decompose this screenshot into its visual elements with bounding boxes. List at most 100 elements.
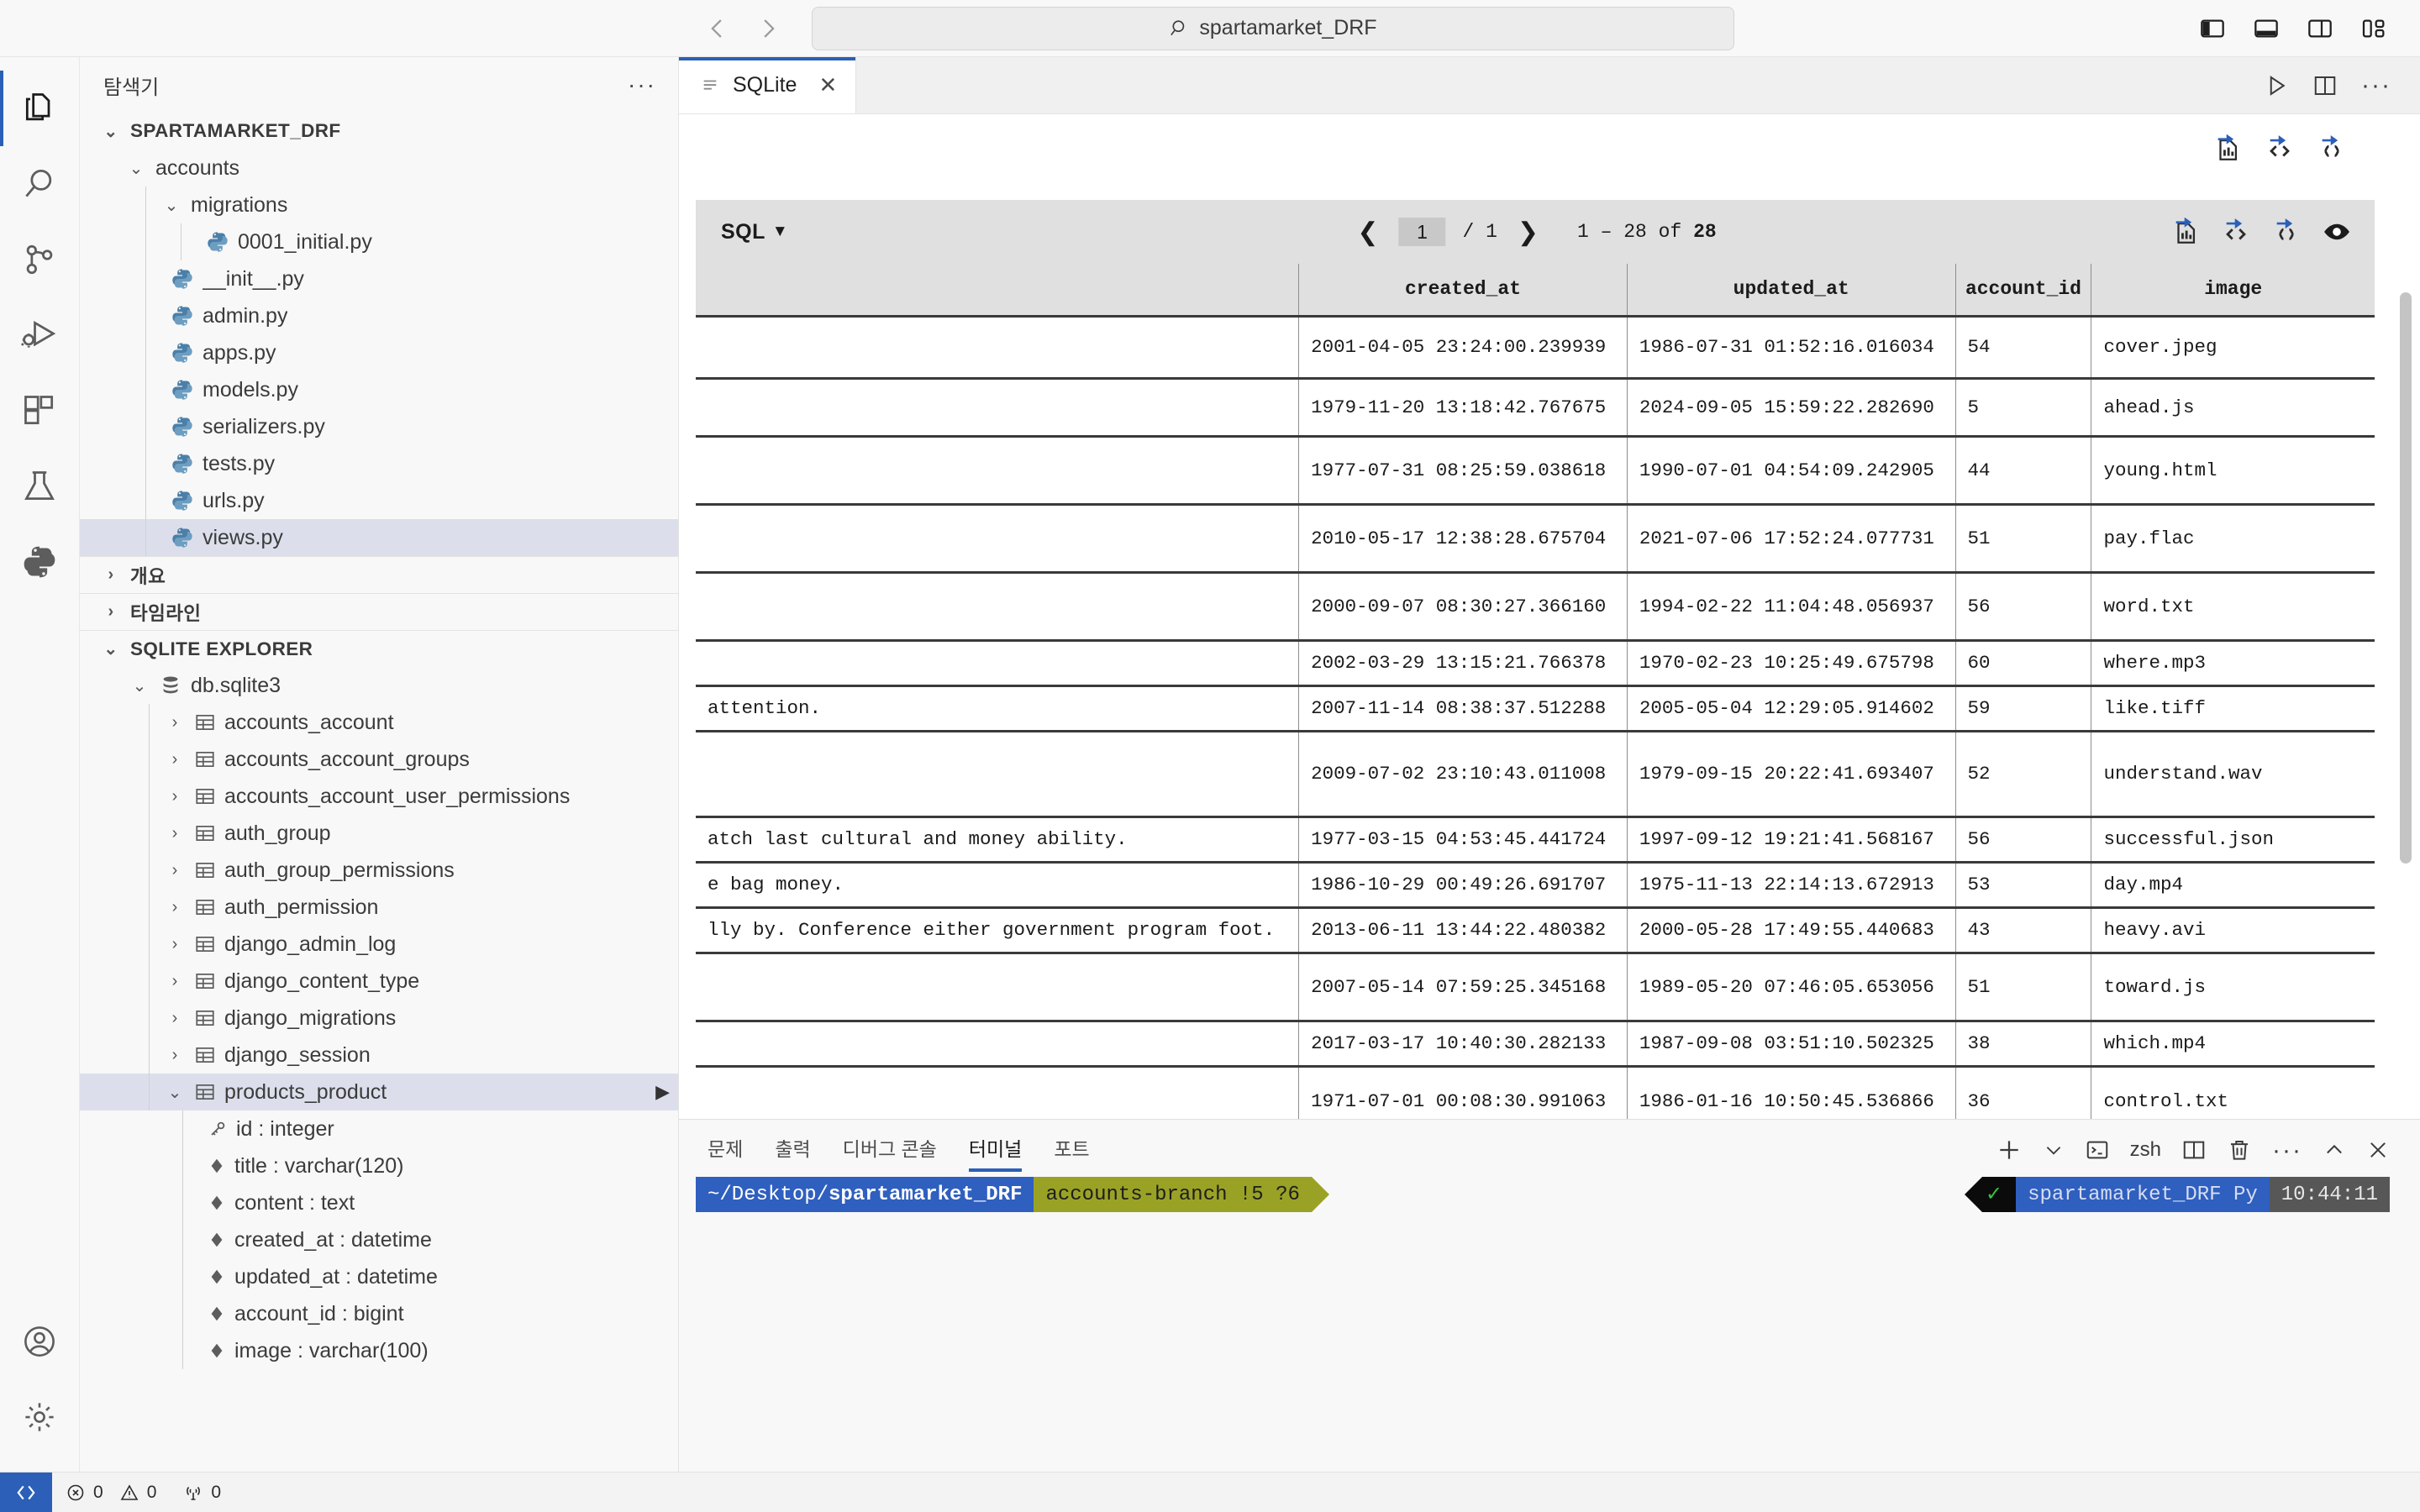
table-row[interactable]: 2017-03-17 10:40:30.282133 1987-09-08 03:… [696, 1021, 2375, 1068]
arrow-right-icon[interactable] [748, 9, 786, 48]
close-icon[interactable]: ✕ [818, 72, 837, 98]
chevron-right-icon[interactable]: › [164, 824, 186, 843]
col-header-created-at[interactable]: created_at [1298, 264, 1628, 318]
cell-created-at[interactable]: 2002-03-29 13:15:21.766378 [1298, 640, 1628, 687]
tree-item-root[interactable]: ⌄ SPARTAMARKET_DRF [80, 113, 678, 150]
activity-testing[interactable] [0, 449, 80, 524]
export-csv-icon[interactable] [2213, 134, 2242, 163]
cell-created-at[interactable]: 1977-03-15 04:53:45.441724 [1298, 816, 1628, 864]
show-hide-columns-icon[interactable] [2323, 218, 2351, 246]
cell-updated-at[interactable]: 2005-05-04 12:29:05.914602 [1626, 685, 1956, 732]
run-table-query-icon[interactable]: ▶ [655, 1081, 670, 1103]
sqlite-table-item-products-product[interactable]: ⌄ products_product ▶ [80, 1074, 678, 1110]
sqlite-table-item[interactable]: › django_migrations [80, 1000, 678, 1037]
terminal-icon[interactable] [2085, 1137, 2110, 1163]
status-problems[interactable]: 0 0 [52, 1483, 170, 1503]
col-header-updated-at[interactable]: updated_at [1626, 264, 1956, 318]
sqlite-table-item[interactable]: › accounts_account_groups [80, 741, 678, 778]
more-actions-icon[interactable]: ··· [2361, 72, 2391, 97]
cell-content[interactable]: attention. [696, 685, 1299, 732]
chevron-up-icon[interactable] [2323, 1138, 2346, 1162]
cell-image[interactable]: young.html [2091, 436, 2375, 506]
tree-item-serializers[interactable]: serializers.py [80, 408, 678, 445]
tree-item-tests[interactable]: tests.py [80, 445, 678, 482]
cell-updated-at[interactable]: 1979-09-15 20:22:41.693407 [1626, 731, 1956, 818]
toggle-primary-sidebar-icon[interactable] [2198, 14, 2227, 43]
cell-image[interactable]: control.txt [2091, 1066, 2375, 1119]
activity-python[interactable] [0, 524, 80, 600]
page-input[interactable]: 1 [1398, 218, 1446, 246]
section-outline[interactable]: › 개요 [80, 556, 678, 593]
cell-created-at[interactable]: 2009-07-02 23:10:43.011008 [1298, 731, 1628, 818]
arrow-left-icon[interactable] [699, 9, 738, 48]
panel-tab-output[interactable]: 출력 [775, 1133, 810, 1172]
chevron-right-icon[interactable]: › [164, 1009, 186, 1028]
cell-content[interactable]: atch last cultural and money ability. [696, 816, 1299, 864]
cell-account-id[interactable]: 54 [1954, 316, 2091, 380]
activity-search[interactable] [0, 146, 80, 222]
cell-updated-at[interactable]: 1990-07-01 04:54:09.242905 [1626, 436, 1956, 506]
col-header-image[interactable]: image [2091, 264, 2375, 318]
cell-created-at[interactable]: 2001-04-05 23:24:00.239939 [1298, 316, 1628, 380]
chevron-right-icon[interactable]: › [164, 787, 186, 806]
cell-created-at[interactable]: 1986-10-29 00:49:26.691707 [1298, 862, 1628, 909]
cell-updated-at[interactable]: 1986-07-31 01:52:16.016034 [1626, 316, 1956, 380]
cell-created-at[interactable]: 2000-09-07 08:30:27.366160 [1298, 572, 1628, 642]
activity-manage-gear[interactable] [0, 1379, 80, 1455]
status-ports[interactable]: 0 [170, 1483, 234, 1503]
split-editor-icon[interactable] [2312, 73, 2338, 98]
tree-item-models[interactable]: models.py [80, 371, 678, 408]
cell-image[interactable]: toward.js [2091, 953, 2375, 1022]
chevron-right-icon[interactable]: › [164, 861, 186, 880]
chevron-right-icon[interactable]: ❯ [1514, 218, 1542, 247]
cell-updated-at[interactable]: 2024-09-05 15:59:22.282690 [1626, 378, 1956, 438]
cell-updated-at[interactable]: 2021-07-06 17:52:24.077731 [1626, 504, 1956, 574]
sqlite-table-item[interactable]: › accounts_account_user_permissions [80, 778, 678, 815]
cell-image[interactable]: cover.jpeg [2091, 316, 2375, 380]
run-query-icon[interactable] [2264, 73, 2289, 98]
customize-layout-icon[interactable] [2360, 14, 2388, 43]
sqlite-column-item[interactable]: title : varchar(120) [80, 1147, 678, 1184]
tree-item-0001-initial[interactable]: 0001_initial.py [80, 223, 678, 260]
terminal-body[interactable]: ~/Desktop/spartamarket_DRF accounts-bran… [679, 1172, 2420, 1472]
cell-updated-at[interactable]: 1994-02-22 11:04:48.056937 [1626, 572, 1956, 642]
section-timeline[interactable]: › 타임라인 [80, 593, 678, 630]
sqlite-table-item[interactable]: › auth_group [80, 815, 678, 852]
sqlite-column-item[interactable]: image : varchar(100) [80, 1332, 678, 1369]
sqlite-column-item[interactable]: updated_at : datetime [80, 1258, 678, 1295]
split-icon[interactable] [2181, 1137, 2207, 1163]
cell-updated-at[interactable]: 1986-01-16 10:50:45.536866 [1626, 1066, 1956, 1119]
section-sqlite-explorer[interactable]: ⌄ SQLITE EXPLORER [80, 630, 678, 667]
cell-created-at[interactable]: 2013-06-11 13:44:22.480382 [1298, 907, 1628, 954]
command-center[interactable]: spartamarket_DRF [812, 6, 1734, 50]
cell-account-id[interactable]: 59 [1954, 685, 2091, 732]
tree-item-accounts[interactable]: ⌄ accounts [80, 150, 678, 186]
cell-updated-at[interactable]: 1997-09-12 19:21:41.568167 [1626, 816, 1956, 864]
table-row[interactable]: 1979-11-20 13:18:42.767675 2024-09-05 15:… [696, 378, 2375, 438]
cell-content[interactable] [696, 572, 1299, 642]
cell-content[interactable] [696, 436, 1299, 506]
cell-created-at[interactable]: 1971-07-01 00:08:30.991063 [1298, 1066, 1628, 1119]
sqlite-table-item[interactable]: › accounts_account [80, 704, 678, 741]
sqlite-table-item[interactable]: › auth_group_permissions [80, 852, 678, 889]
cell-created-at[interactable]: 2017-03-17 10:40:30.282133 [1298, 1021, 1628, 1068]
chevron-down-icon[interactable]: ⌄ [100, 121, 122, 142]
export-html-icon[interactable] [2222, 218, 2250, 246]
cell-account-id[interactable]: 60 [1954, 640, 2091, 687]
cell-image[interactable]: where.mp3 [2091, 640, 2375, 687]
sqlite-db-item[interactable]: ⌄ db.sqlite3 [80, 667, 678, 704]
activity-source-control[interactable] [0, 222, 80, 297]
cell-created-at[interactable]: 2007-11-14 08:38:37.512288 [1298, 685, 1628, 732]
table-row[interactable]: 2001-04-05 23:24:00.239939 1986-07-31 01:… [696, 316, 2375, 380]
table-row[interactable]: attention. 2007-11-14 08:38:37.512288 2005… [696, 685, 2375, 732]
toggle-panel-icon[interactable] [2252, 14, 2281, 43]
cell-account-id[interactable]: 36 [1954, 1066, 2091, 1119]
remote-window-icon[interactable] [0, 1472, 52, 1512]
cell-updated-at[interactable]: 2000-05-28 17:49:55.440683 [1626, 907, 1956, 954]
cell-content[interactable] [696, 1021, 1299, 1068]
chevron-down-icon[interactable]: ⌄ [129, 675, 150, 696]
chevron-down-icon[interactable]: ⌄ [160, 195, 182, 216]
cell-content[interactable]: lly by. Conference either government pro… [696, 907, 1299, 954]
cell-updated-at[interactable]: 1970-02-23 10:25:49.675798 [1626, 640, 1956, 687]
cell-image[interactable]: like.tiff [2091, 685, 2375, 732]
